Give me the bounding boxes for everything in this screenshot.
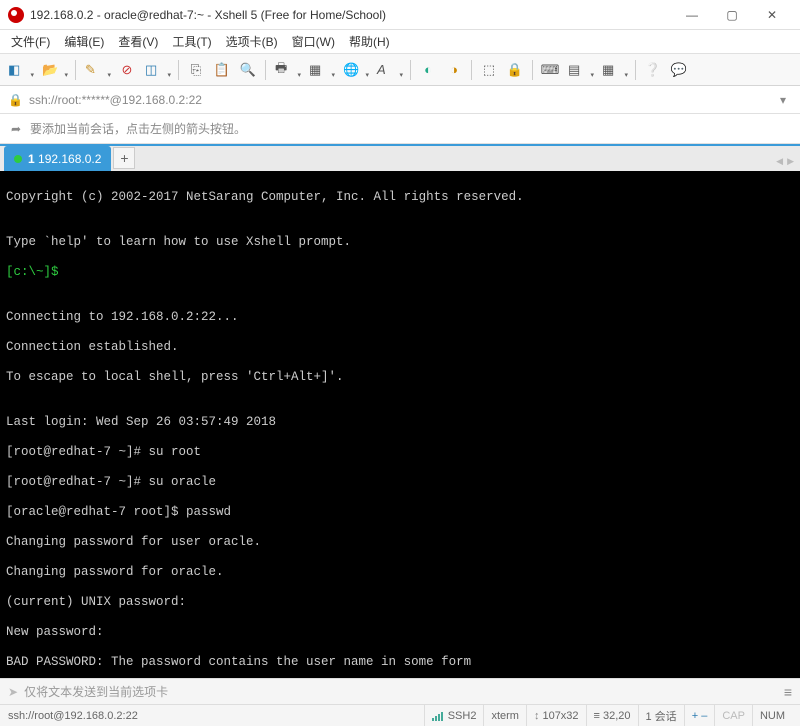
terminal-line: Connecting to 192.168.0.2:22... xyxy=(6,310,794,325)
menu-file[interactable]: 文件(F) xyxy=(4,30,57,53)
toolbar-separator xyxy=(532,60,533,80)
status-cursor: ≡32,20 xyxy=(586,705,638,726)
signal-icon xyxy=(432,711,444,721)
window-controls: — ▢ ✕ xyxy=(672,3,792,27)
send-hint: 仅将文本发送到当前选项卡 xyxy=(24,683,168,700)
xftp-button[interactable]: ◐ xyxy=(416,58,440,82)
terminal-line: Changing password for oracle. xyxy=(6,565,794,580)
status-num: NUM xyxy=(752,705,792,726)
terminal[interactable]: Copyright (c) 2002-2017 NetSarang Comput… xyxy=(0,171,800,678)
tab-nav: ◀ ▶ xyxy=(776,156,794,167)
menu-window[interactable]: 窗口(W) xyxy=(285,30,342,53)
send-arrow-icon: ➤ xyxy=(8,685,18,699)
terminal-line: Copyright (c) 2002-2017 NetSarang Comput… xyxy=(6,190,794,205)
window-title: 192.168.0.2 - oracle@redhat-7:~ - Xshell… xyxy=(30,8,672,22)
open-button[interactable]: 📂 xyxy=(38,58,70,82)
disconnect-button[interactable]: ⊘ xyxy=(115,58,139,82)
status-tray: + ‒ xyxy=(684,705,715,726)
status-address: ssh://root@192.168.0.2:22 xyxy=(8,705,424,726)
tab-number: 1 xyxy=(28,152,35,166)
reconnect-button[interactable]: ✎ xyxy=(81,58,113,82)
menubar: 文件(F) 编辑(E) 查看(V) 工具(T) 选项卡(B) 窗口(W) 帮助(… xyxy=(0,30,800,54)
hint-text: 要添加当前会话，点击左侧的箭头按钮。 xyxy=(30,120,246,137)
encoding-button[interactable]: 🌐 xyxy=(339,58,371,82)
toolbar: ◧ 📂 ✎ ⊘ ◫ ⎘ 📋 🔍 🖶 ▦ 🌐 A ◐ ◑ ⬚ 🔒 ⌨ ▤ ▦ ❔ … xyxy=(0,54,800,86)
terminal-line: To escape to local shell, press 'Ctrl+Al… xyxy=(6,370,794,385)
menu-edit[interactable]: 编辑(E) xyxy=(57,30,111,53)
terminal-line: Last login: Wed Sep 26 03:57:49 2018 xyxy=(6,415,794,430)
menu-tabs[interactable]: 选项卡(B) xyxy=(219,30,285,53)
address-bar[interactable]: 🔒 ssh://root:******@192.168.0.2:22 ▾ xyxy=(0,86,800,114)
toolbar-separator xyxy=(635,60,636,80)
send-bar[interactable]: ➤ 仅将文本发送到当前选项卡 ≡ xyxy=(0,678,800,704)
find-button[interactable]: 🔍 xyxy=(236,58,260,82)
minimize-button[interactable]: — xyxy=(672,3,712,27)
terminal-line: BAD PASSWORD: The password contains the … xyxy=(6,655,794,670)
new-tab-button[interactable]: + xyxy=(113,147,135,169)
paste-button[interactable]: 📋 xyxy=(210,58,234,82)
terminal-line: Changing password for user oracle. xyxy=(6,535,794,550)
tab-prev[interactable]: ◀ xyxy=(776,156,783,167)
address-text: ssh://root:******@192.168.0.2:22 xyxy=(29,93,202,107)
help-button[interactable]: ❔ xyxy=(641,58,665,82)
session-tab[interactable]: 1 192.168.0.2 xyxy=(4,146,111,171)
menu-icon[interactable]: ≡ xyxy=(784,684,792,700)
tabstrip: 1 192.168.0.2 + ◀ ▶ xyxy=(0,144,800,171)
color-scheme-button[interactable]: ▦ xyxy=(305,58,337,82)
statusbar: ssh://root@192.168.0.2:22 SSH2 xterm ↕10… xyxy=(0,704,800,726)
view-mode-button[interactable]: ▤ xyxy=(564,58,596,82)
status-protocol: SSH2 xyxy=(424,705,484,726)
terminal-line: (current) UNIX password: xyxy=(6,595,794,610)
tab-next[interactable]: ▶ xyxy=(787,156,794,167)
lock-icon: 🔒 xyxy=(8,93,23,107)
toolbar-separator xyxy=(471,60,472,80)
arrow-icon[interactable]: ➦ xyxy=(8,121,24,137)
xagent-button[interactable]: ◑ xyxy=(442,58,466,82)
terminal-line: [root@redhat-7 ~]# su oracle xyxy=(6,475,794,490)
menu-view[interactable]: 查看(V) xyxy=(111,30,165,53)
status-termtype: xterm xyxy=(483,705,526,726)
status-size: ↕107x32 xyxy=(526,705,586,726)
terminal-line: New password: xyxy=(6,625,794,640)
menu-help[interactable]: 帮助(H) xyxy=(342,30,397,53)
copy-button[interactable]: ⎘ xyxy=(184,58,208,82)
toolbar-separator xyxy=(178,60,179,80)
tab-label: 192.168.0.2 xyxy=(38,152,101,166)
connected-icon xyxy=(14,155,22,163)
toolbar-separator xyxy=(265,60,266,80)
properties-button[interactable]: ◫ xyxy=(141,58,173,82)
menu-tools[interactable]: 工具(T) xyxy=(165,30,218,53)
print-button[interactable]: 🖶 xyxy=(271,58,303,82)
terminal-line: [root@redhat-7 ~]# su root xyxy=(6,445,794,460)
lock-button[interactable]: 🔒 xyxy=(503,58,527,82)
toolbar-separator xyxy=(410,60,411,80)
status-cap: CAP xyxy=(714,705,752,726)
terminal-line: [oracle@redhat-7 root]$ passwd xyxy=(6,505,794,520)
tips-button[interactable]: 💬 xyxy=(667,58,691,82)
layout-button[interactable]: ▦ xyxy=(598,58,630,82)
terminal-line: Connection established. xyxy=(6,340,794,355)
keyboard-button[interactable]: ⌨ xyxy=(538,58,562,82)
titlebar: 192.168.0.2 - oracle@redhat-7:~ - Xshell… xyxy=(0,0,800,30)
tunnel-button[interactable]: ⬚ xyxy=(477,58,501,82)
status-sessions: 1 会话 xyxy=(638,705,684,726)
new-session-button[interactable]: ◧ xyxy=(4,58,36,82)
terminal-line: Type `help' to learn how to use Xshell p… xyxy=(6,235,794,250)
hint-bar: ➦ 要添加当前会话，点击左侧的箭头按钮。 xyxy=(0,114,800,144)
app-icon xyxy=(8,7,24,23)
terminal-line: [c:\~]$ xyxy=(6,265,794,280)
maximize-button[interactable]: ▢ xyxy=(712,3,752,27)
close-button[interactable]: ✕ xyxy=(752,3,792,27)
address-dropdown[interactable]: ▾ xyxy=(774,93,792,107)
toolbar-separator xyxy=(75,60,76,80)
font-button[interactable]: A xyxy=(373,58,405,82)
